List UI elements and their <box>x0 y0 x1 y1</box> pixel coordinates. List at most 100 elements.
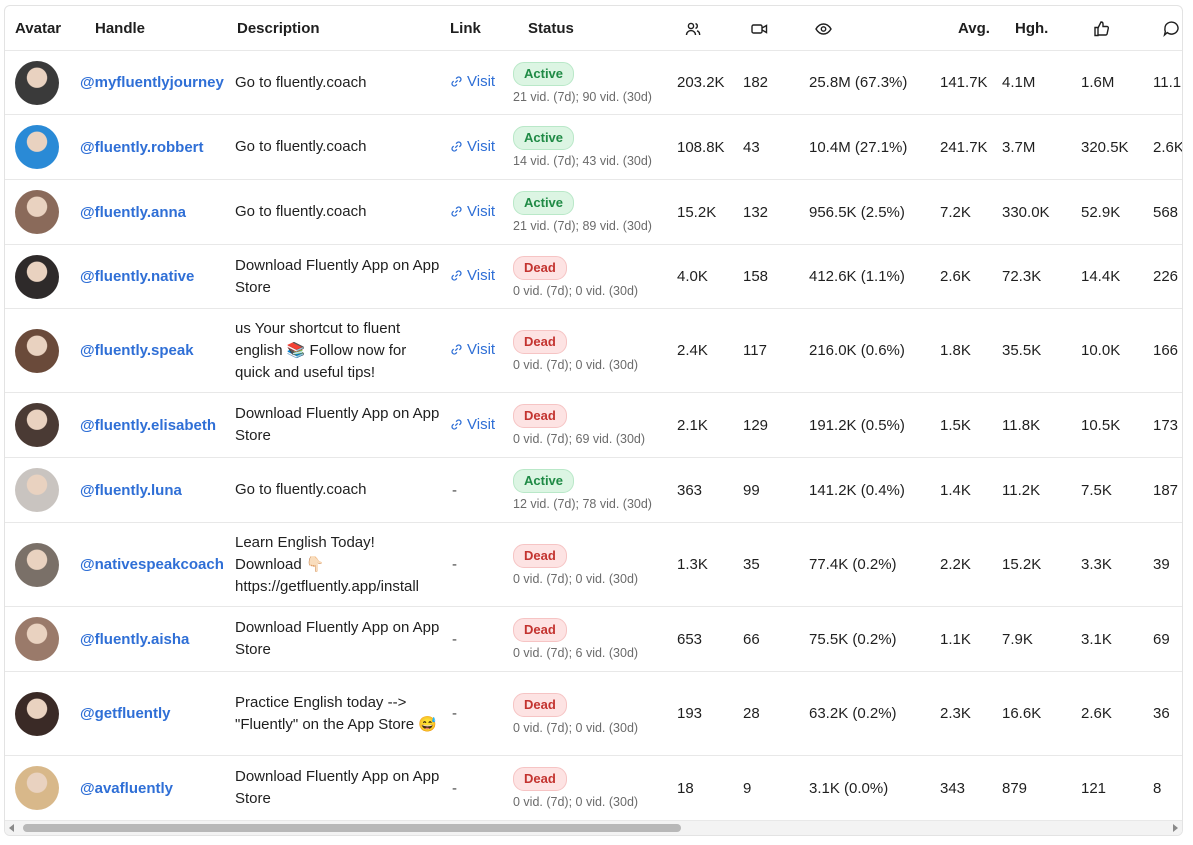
avatar[interactable] <box>15 254 59 299</box>
table-row[interactable]: @fluently.robbert Go to fluently.coach V… <box>5 114 1182 180</box>
comments-value: 568 <box>1153 179 1182 245</box>
hgh-value: 15.2K <box>994 522 1081 607</box>
link-cell: Visit <box>450 114 513 180</box>
table-scroll-area[interactable]: Avatar Handle Description Link Status Av… <box>5 6 1182 821</box>
handle-link[interactable]: @fluently.speak <box>80 342 194 359</box>
avatar[interactable] <box>15 468 59 512</box>
likes-value: 7.5K <box>1081 457 1153 523</box>
handle-link[interactable]: @fluently.robbert <box>80 139 204 156</box>
col-header-followers[interactable] <box>665 6 731 51</box>
link-icon <box>451 76 462 87</box>
visit-link[interactable]: Visit <box>450 267 495 284</box>
avg-value: 2.6K <box>928 244 994 309</box>
visit-label: Visit <box>467 341 496 358</box>
followers-value: 203.2K <box>665 50 731 115</box>
handle-link[interactable]: @fluently.elisabeth <box>80 417 216 434</box>
avatar[interactable] <box>15 190 59 234</box>
followers-value: 4.0K <box>665 244 731 309</box>
avatar[interactable] <box>15 542 59 587</box>
link-empty: - <box>452 556 457 573</box>
link-cell: - <box>450 522 513 607</box>
status-activity: 0 vid. (7d); 0 vid. (30d) <box>513 795 639 809</box>
videos-value: 9 <box>731 755 797 821</box>
likes-value: 2.6K <box>1081 671 1153 756</box>
description-text: Download Fluently App on App Store <box>235 244 450 309</box>
table-row[interactable]: @myfluentlyjourney Go to fluently.coach … <box>5 50 1182 115</box>
table-row[interactable]: @fluently.luna Go to fluently.coach - Ac… <box>5 457 1182 523</box>
col-header-videos[interactable] <box>731 6 797 51</box>
avatar[interactable] <box>15 617 59 661</box>
avatar[interactable] <box>15 403 59 447</box>
handle-link[interactable]: @fluently.aisha <box>80 631 189 648</box>
status-activity: 12 vid. (7d); 78 vid. (30d) <box>513 497 652 511</box>
accounts-table: Avatar Handle Description Link Status Av… <box>5 6 1182 821</box>
handle-link[interactable]: @fluently.luna <box>80 482 182 499</box>
followers-value: 193 <box>665 671 731 756</box>
hgh-value: 3.7M <box>994 114 1081 180</box>
col-header-handle[interactable]: Handle <box>77 6 235 51</box>
avatar[interactable] <box>15 691 59 736</box>
avatar[interactable] <box>15 328 59 373</box>
scrollbar-thumb[interactable] <box>23 824 681 832</box>
handle-link[interactable]: @nativespeakcoach <box>80 556 224 573</box>
avatar[interactable] <box>15 60 59 105</box>
likes-value: 3.3K <box>1081 522 1153 607</box>
likes-value: 320.5K <box>1081 114 1153 180</box>
table-row[interactable]: @fluently.aisha Download Fluently App on… <box>5 606 1182 672</box>
table-row[interactable]: @fluently.elisabeth Download Fluently Ap… <box>5 392 1182 458</box>
col-header-views[interactable] <box>797 6 928 51</box>
avatar[interactable] <box>15 125 59 169</box>
col-header-comments[interactable] <box>1153 6 1182 51</box>
col-header-avatar[interactable]: Avatar <box>5 6 77 51</box>
handle-link[interactable]: @fluently.anna <box>80 204 186 221</box>
visit-link[interactable]: Visit <box>450 341 495 358</box>
visit-link[interactable]: Visit <box>450 138 495 155</box>
handle-link[interactable]: @getfluently <box>80 705 170 722</box>
visit-link[interactable]: Visit <box>450 416 495 433</box>
table-row[interactable]: @avafluently Download Fluently App on Ap… <box>5 755 1182 821</box>
link-icon <box>451 344 462 355</box>
scroll-left-arrow-icon[interactable] <box>9 824 14 832</box>
col-header-status[interactable]: Status <box>513 6 665 51</box>
views-value: 77.4K (0.2%) <box>797 522 928 607</box>
table-row[interactable]: @getfluently Practice English today --> … <box>5 671 1182 756</box>
col-header-avg[interactable]: Avg. <box>928 6 994 51</box>
handle-link[interactable]: @fluently.native <box>80 268 194 285</box>
col-header-likes[interactable] <box>1081 6 1153 51</box>
link-empty: - <box>452 481 457 499</box>
status-activity: 0 vid. (7d); 6 vid. (30d) <box>513 646 639 660</box>
avg-value: 1.8K <box>928 308 994 393</box>
visit-link[interactable]: Visit <box>450 73 495 90</box>
avatar-cell <box>5 392 77 458</box>
comments-value: 166 <box>1153 308 1182 393</box>
scroll-right-arrow-icon[interactable] <box>1173 824 1178 832</box>
col-header-link[interactable]: Link <box>450 6 513 51</box>
horizontal-scrollbar[interactable] <box>5 821 1182 835</box>
hgh-value: 7.9K <box>994 606 1081 672</box>
col-header-hgh[interactable]: Hgh. <box>994 6 1081 51</box>
avatar[interactable] <box>15 766 59 810</box>
comments-value: 2.6K <box>1153 114 1182 180</box>
table-row[interactable]: @fluently.native Download Fluently App o… <box>5 244 1182 309</box>
handle-link[interactable]: @avafluently <box>80 780 173 797</box>
status-badge: Dead <box>513 255 567 280</box>
likes-value: 52.9K <box>1081 179 1153 245</box>
table-row[interactable]: @fluently.anna Go to fluently.coach Visi… <box>5 179 1182 245</box>
col-header-description[interactable]: Description <box>235 6 450 51</box>
users-icon <box>685 22 701 35</box>
views-value: 63.2K (0.2%) <box>797 671 928 756</box>
link-empty: - <box>452 779 457 797</box>
avatar-cell <box>5 179 77 245</box>
table-row[interactable]: @fluently.speak us Your shortcut to flue… <box>5 308 1182 393</box>
status-cell: Active 21 vid. (7d); 90 vid. (30d) <box>513 50 665 115</box>
hgh-value: 4.1M <box>994 50 1081 115</box>
status-cell: Dead 0 vid. (7d); 0 vid. (30d) <box>513 244 665 309</box>
followers-value: 1.3K <box>665 522 731 607</box>
status-cell: Dead 0 vid. (7d); 69 vid. (30d) <box>513 392 665 458</box>
visit-label: Visit <box>467 73 496 90</box>
table-row[interactable]: @nativespeakcoach Learn English Today! D… <box>5 522 1182 607</box>
avg-value: 7.2K <box>928 179 994 245</box>
followers-value: 15.2K <box>665 179 731 245</box>
visit-link[interactable]: Visit <box>450 203 495 220</box>
handle-link[interactable]: @myfluentlyjourney <box>80 74 224 91</box>
